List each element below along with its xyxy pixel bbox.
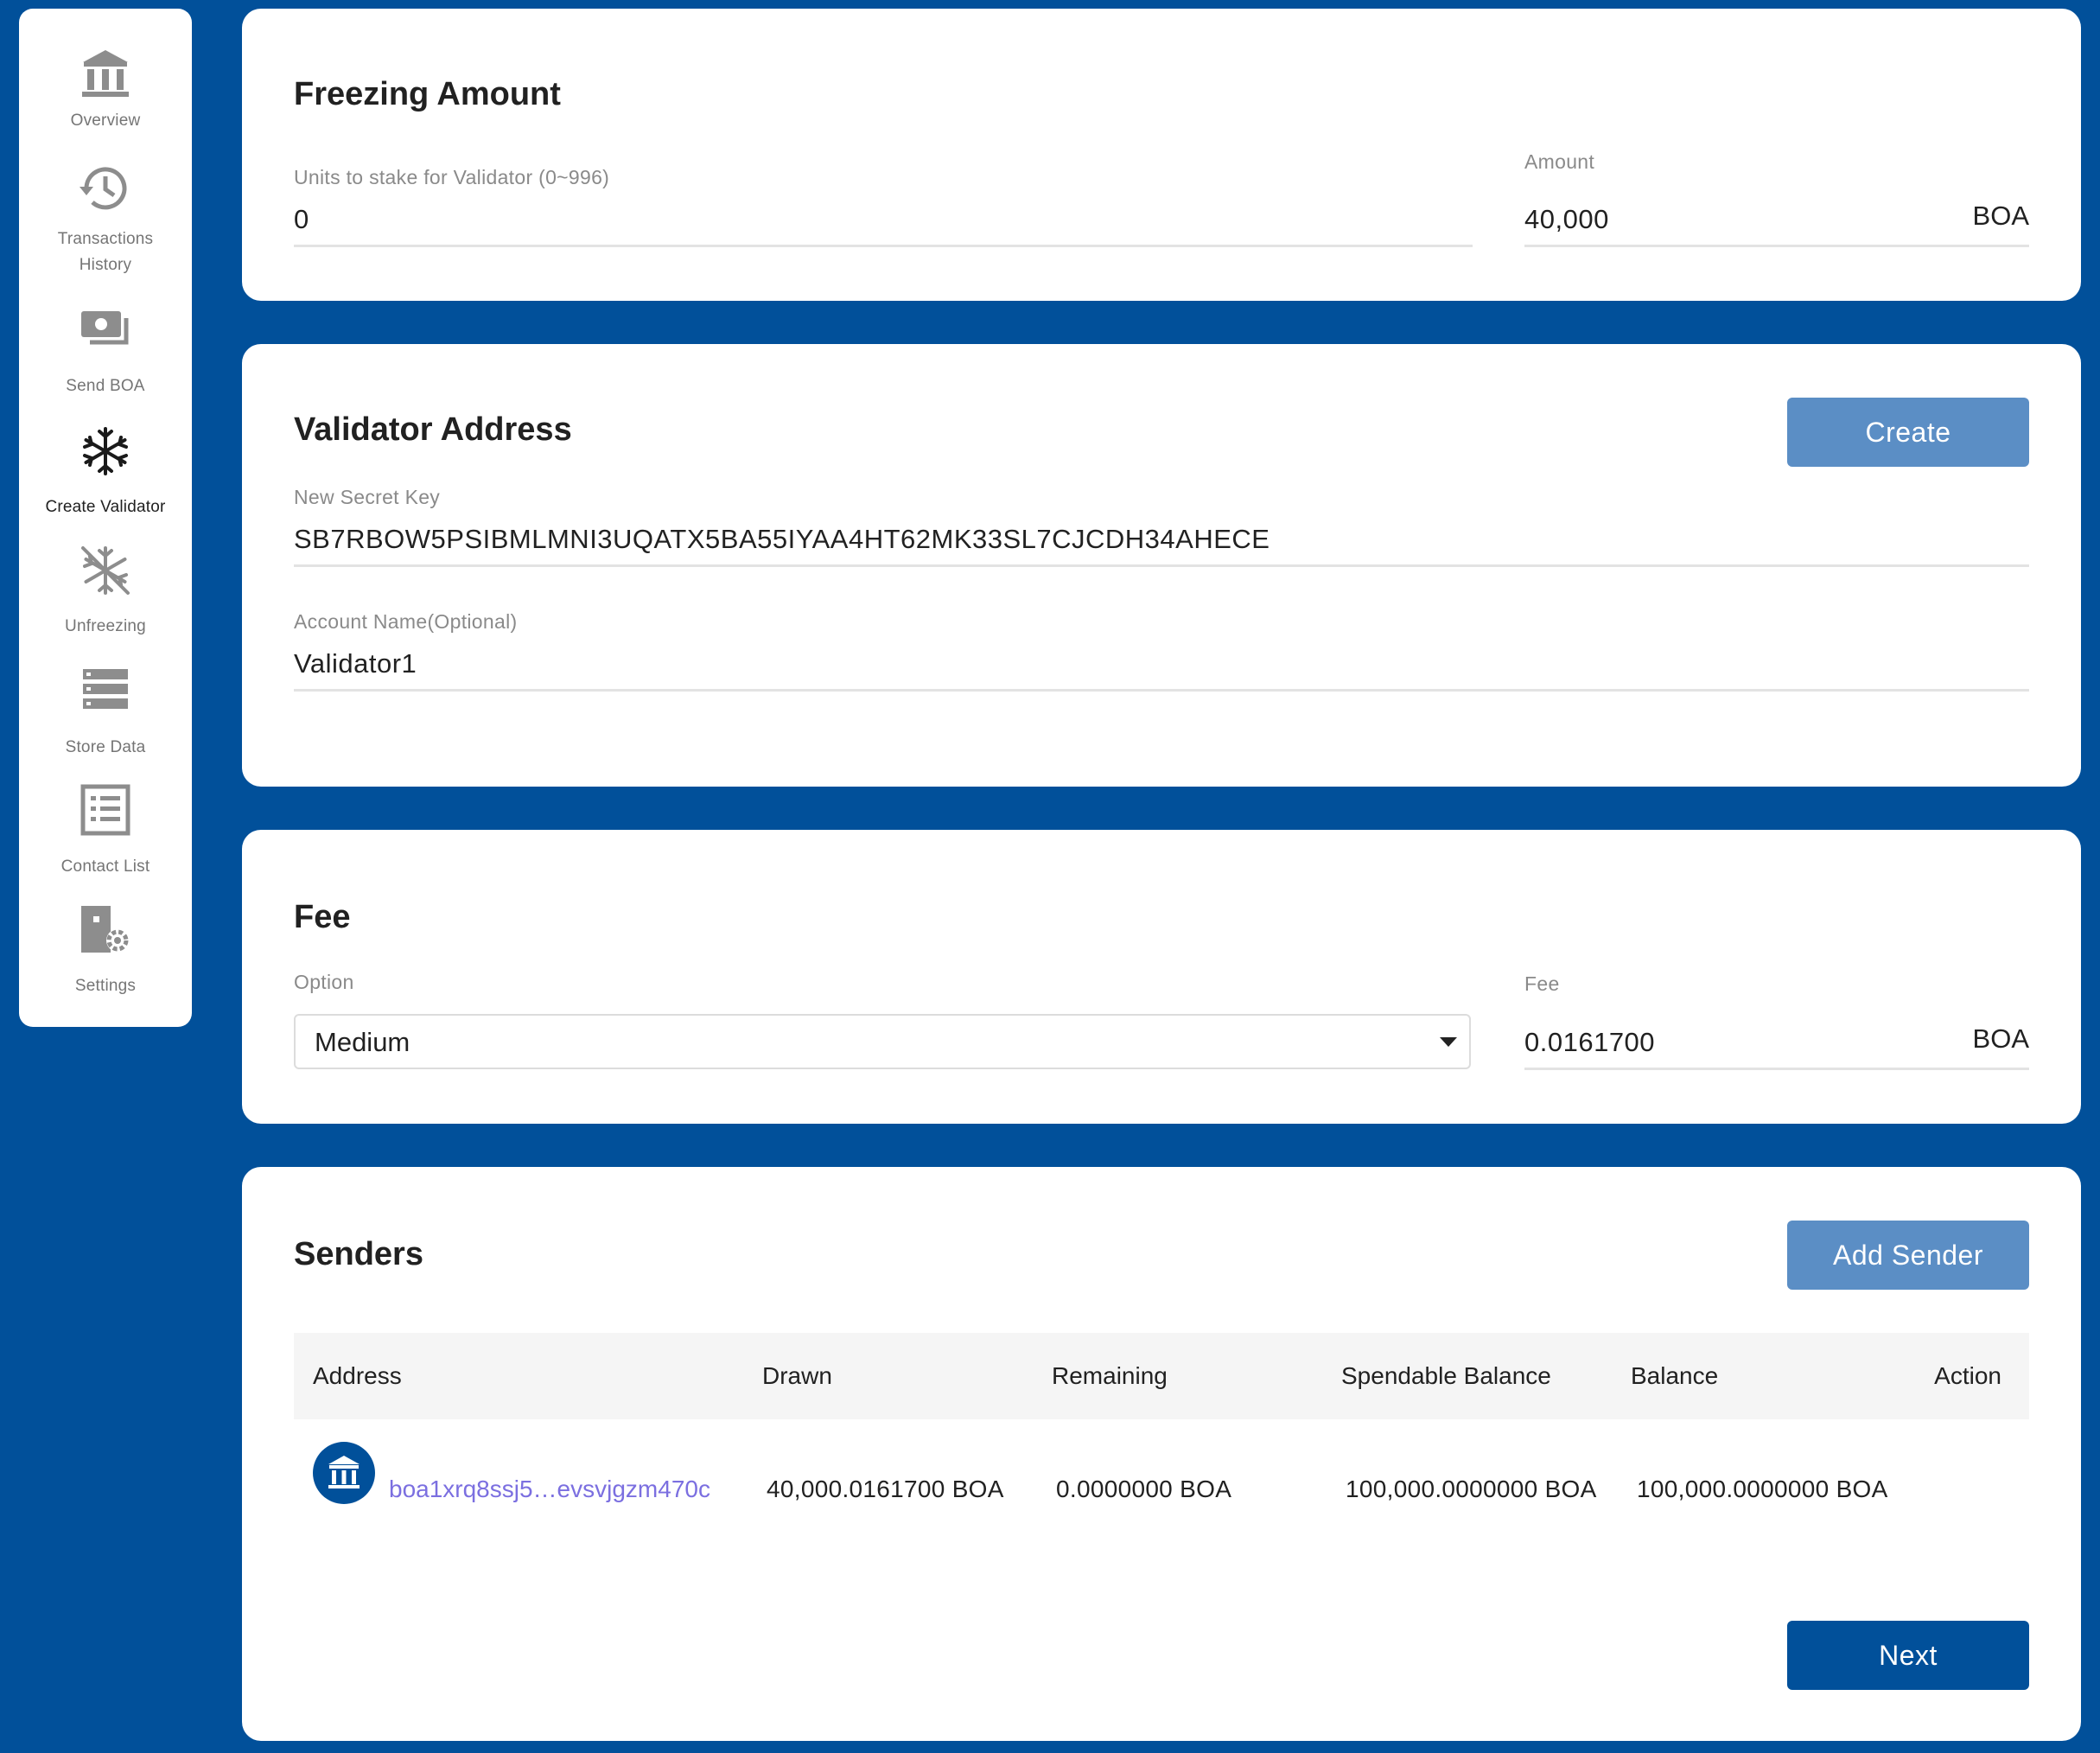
sender-address-link[interactable]: boa1xrq8ssj5…evsvjgzm470c	[389, 1476, 710, 1503]
caret-down-icon	[1440, 1037, 1457, 1047]
money-icon	[81, 311, 129, 345]
sender-remaining: 0.0000000 BOA	[1056, 1476, 1232, 1502]
card-title: Freezing Amount	[294, 76, 561, 112]
snowflake-icon	[83, 427, 128, 475]
sidebar-item-transactions-history[interactable]: Transactions History	[19, 157, 192, 278]
list-icon	[80, 784, 130, 836]
sidebar-item-label: Store Data	[65, 738, 146, 756]
amount-label: Amount	[1524, 150, 1595, 173]
sidebar-item-label: Contact List	[60, 857, 150, 876]
fee-option-value: Medium	[315, 1027, 410, 1057]
settings-icon	[81, 906, 129, 953]
sender-balance: 100,000.0000000 BOA	[1637, 1476, 1888, 1502]
sidebar-item-store-data[interactable]: Store Data	[19, 659, 192, 756]
next-button[interactable]: Next	[1787, 1621, 2029, 1690]
card-title: Senders	[294, 1236, 423, 1272]
sidebar-item-label: Settings	[74, 977, 137, 995]
sender-spendable-balance: 100,000.0000000 BOA	[1346, 1476, 1597, 1502]
sidebar-item-label: Send BOA	[66, 377, 145, 395]
bank-icon	[328, 1456, 360, 1488]
column-header: Balance	[1631, 1362, 1719, 1389]
column-header: Address	[313, 1362, 402, 1389]
secret-key-label: New Secret Key	[294, 486, 441, 508]
column-header: Remaining	[1052, 1362, 1168, 1389]
units-label: Units to stake for Validator (0~996)	[294, 166, 610, 188]
sidebar-item-label: Transactions History	[57, 230, 154, 274]
secret-key-underline	[294, 564, 2029, 567]
fee-option-select[interactable]: Medium	[294, 1014, 1471, 1069]
freezing-amount-card: Freezing Amount Units to stake for Valid…	[242, 9, 2081, 301]
sidebar-item-label: Create Validator	[45, 498, 166, 516]
sidebar-item-label: Unfreezing	[65, 617, 146, 635]
secret-key-field[interactable]: SB7RBOW5PSIBMLMNI3UQATX5BA55IYAA4HT62MK3…	[294, 524, 1270, 555]
avatar	[313, 1442, 375, 1504]
add-sender-button[interactable]: Add Sender	[1787, 1221, 2029, 1290]
fee-input[interactable]: 0.0161700	[1524, 1027, 1655, 1058]
column-header: Action	[1934, 1362, 2001, 1389]
amount-unit: BOA	[1972, 201, 2029, 231]
column-header: Spendable Balance	[1341, 1362, 1551, 1389]
card-title: Validator Address	[294, 411, 572, 448]
sidebar-item-label: Overview	[70, 112, 141, 130]
units-underline	[294, 245, 1473, 247]
fee-card: Fee Option Medium Fee 0.0161700 BOA	[242, 830, 2081, 1124]
sender-drawn: 40,000.0161700 BOA	[767, 1476, 1004, 1502]
account-name-underline	[294, 689, 2029, 692]
card-title: Fee	[294, 899, 351, 935]
sidebar-item-settings[interactable]: Settings	[19, 899, 192, 995]
units-input[interactable]: 0	[294, 204, 1471, 235]
sidebar-item-unfreezing[interactable]: Unfreezing	[19, 539, 192, 635]
history-icon	[80, 167, 127, 210]
amount-underline	[1524, 245, 2029, 247]
senders-card: Senders Add Sender Address Drawn Remaini…	[242, 1167, 2081, 1741]
sidebar-item-send-boa[interactable]: Send BOA	[19, 299, 192, 395]
sidebar: Overview Transactions History Send BOA C…	[19, 9, 192, 1027]
snowflake-off-icon	[81, 546, 130, 595]
account-name-input[interactable]: Validator1	[294, 648, 417, 679]
fee-unit: BOA	[1972, 1023, 2029, 1054]
validator-address-card: Validator Address Create New Secret Key …	[242, 344, 2081, 787]
bank-icon	[82, 50, 129, 97]
storage-icon	[83, 669, 128, 709]
column-header: Drawn	[762, 1362, 832, 1389]
sidebar-item-contact-list[interactable]: Contact List	[19, 780, 192, 876]
create-button[interactable]: Create	[1787, 398, 2029, 467]
senders-table-header: Address Drawn Remaining Spendable Balanc…	[294, 1333, 2029, 1419]
amount-input[interactable]: 40,000	[1524, 204, 1609, 235]
sidebar-item-overview[interactable]: Overview	[19, 43, 192, 138]
fee-option-label: Option	[294, 971, 354, 993]
fee-label: Fee	[1524, 972, 1560, 995]
sidebar-item-create-validator[interactable]: Create Validator	[19, 420, 192, 516]
fee-underline	[1524, 1068, 2029, 1070]
account-name-label: Account Name(Optional)	[294, 610, 518, 633]
